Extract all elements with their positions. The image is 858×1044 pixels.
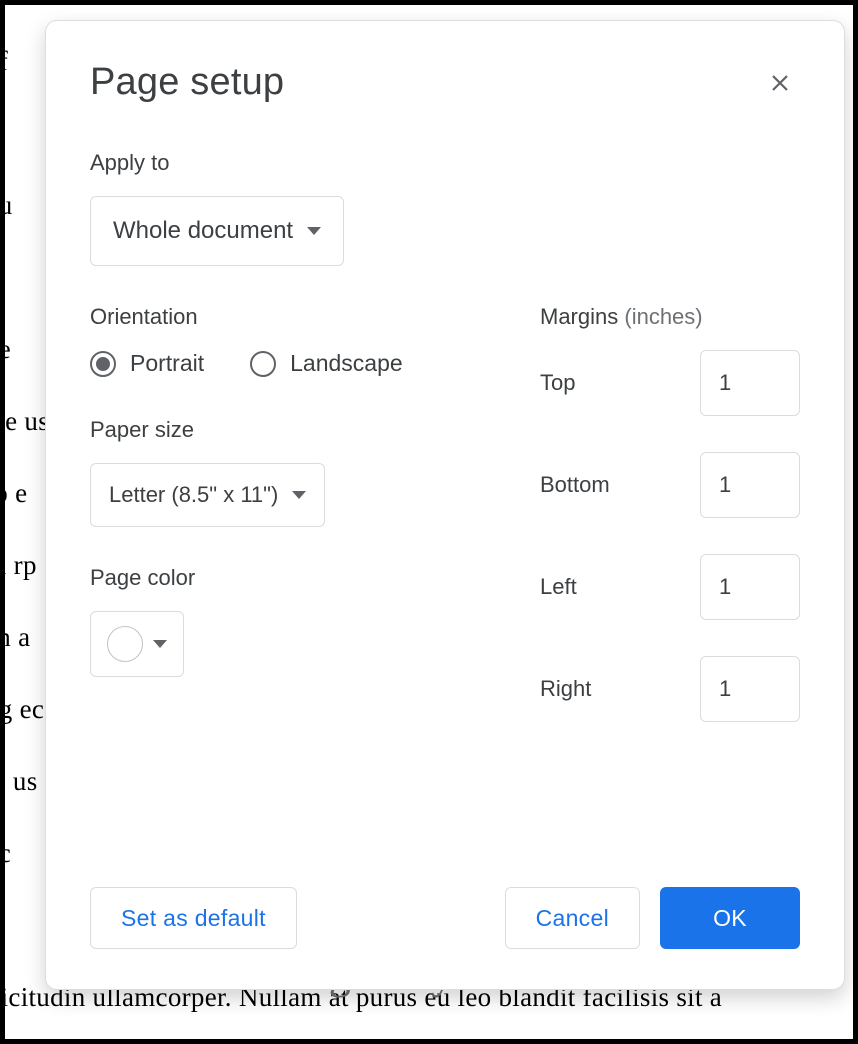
caret-down-icon <box>307 227 321 235</box>
margin-right-label: Right <box>540 676 591 702</box>
radio-icon <box>250 351 276 377</box>
orientation-portrait-label: Portrait <box>130 350 204 377</box>
margin-bottom-input[interactable] <box>700 452 800 518</box>
caret-down-icon <box>153 640 167 648</box>
margin-left-label: Left <box>540 574 577 600</box>
radio-icon <box>90 351 116 377</box>
margins-label: Margins (inches) <box>540 304 800 330</box>
margin-left-input[interactable] <box>700 554 800 620</box>
orientation-label: Orientation <box>90 304 470 330</box>
margin-top-label: Top <box>540 370 575 396</box>
color-swatch-icon <box>107 626 143 662</box>
dialog-footer: Set as default Cancel OK <box>90 887 800 949</box>
orientation-landscape-radio[interactable]: Landscape <box>250 350 403 377</box>
set-as-default-button[interactable]: Set as default <box>90 887 297 949</box>
margin-bottom-label: Bottom <box>540 472 610 498</box>
apply-to-value: Whole document <box>113 217 293 245</box>
margin-right-input[interactable] <box>700 656 800 722</box>
paper-size-select[interactable]: Letter (8.5" x 11") <box>90 463 325 527</box>
margin-top-input[interactable] <box>700 350 800 416</box>
close-button[interactable] <box>760 63 800 103</box>
orientation-landscape-label: Landscape <box>290 350 403 377</box>
page-color-label: Page color <box>90 565 470 591</box>
paper-size-label: Paper size <box>90 417 470 443</box>
page-setup-dialog: Page setup Apply to Whole document Orien… <box>45 20 845 990</box>
apply-to-label: Apply to <box>90 150 800 176</box>
page-color-select[interactable] <box>90 611 184 677</box>
dialog-title: Page setup <box>90 61 284 104</box>
caret-down-icon <box>292 491 306 499</box>
ok-button[interactable]: OK <box>660 887 800 949</box>
cancel-button[interactable]: Cancel <box>505 887 640 949</box>
apply-to-select[interactable]: Whole document <box>90 196 344 266</box>
paper-size-value: Letter (8.5" x 11") <box>109 482 278 508</box>
close-icon <box>768 71 792 95</box>
orientation-radio-group: Portrait Landscape <box>90 350 470 377</box>
orientation-portrait-radio[interactable]: Portrait <box>90 350 204 377</box>
